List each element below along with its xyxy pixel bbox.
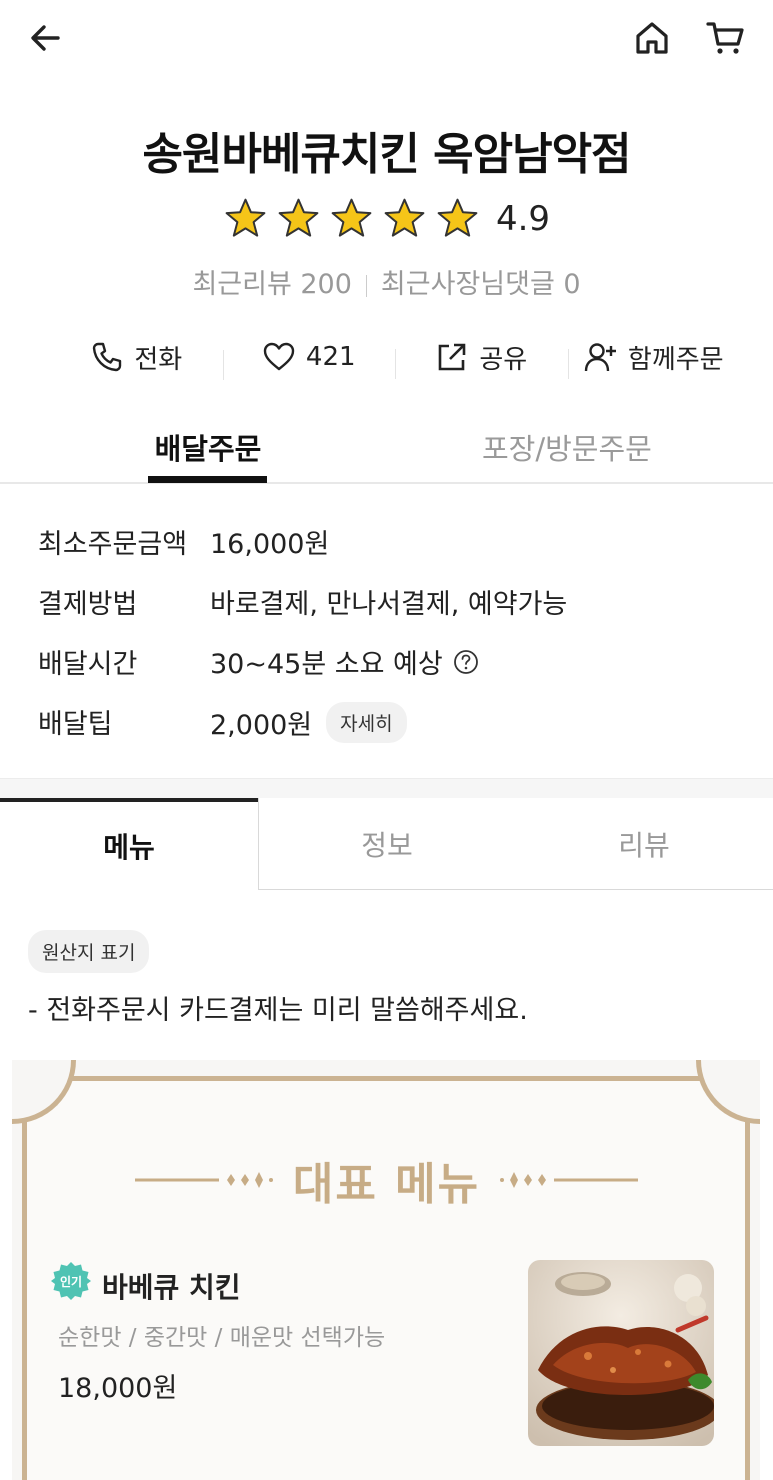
popular-badge: 인기 bbox=[51, 1262, 91, 1300]
call-label: 전화 bbox=[134, 344, 183, 375]
add-person-icon bbox=[584, 343, 616, 372]
share-button[interactable]: 공유 bbox=[395, 339, 568, 379]
top-bar bbox=[0, 0, 773, 80]
recent-reviews-link[interactable]: 최근리뷰 200 bbox=[192, 269, 351, 300]
banner-title: 대표 메뉴 bbox=[292, 1159, 481, 1210]
call-button[interactable]: 전화 bbox=[50, 339, 223, 376]
popular-badge-label: 인기 bbox=[60, 1274, 82, 1289]
star-icon bbox=[225, 198, 266, 237]
bbq-chicken-photo bbox=[528, 1260, 714, 1446]
rating-score: 4.9 bbox=[495, 198, 551, 239]
order-type-tabs: 배달주문 포장/방문주문 bbox=[0, 410, 773, 484]
phone-icon bbox=[93, 342, 122, 372]
tab-delivery[interactable]: 배달주문 bbox=[148, 426, 268, 468]
arrow-left-icon[interactable] bbox=[26, 18, 66, 58]
star-icon bbox=[384, 198, 425, 237]
store-name: 송원바베큐치킨 옥암남악점 bbox=[142, 129, 631, 180]
origin-label-button[interactable]: 원산지 표기 bbox=[28, 930, 150, 973]
menu-item-name: 바베큐 치킨 bbox=[102, 1271, 241, 1304]
review-meta: 최근리뷰 200 최근사장님댓글 0 bbox=[0, 262, 773, 301]
min-order-label: 최소주문금액 bbox=[38, 529, 188, 560]
delivery-time-value: 30~45분 소요 예상 bbox=[210, 649, 443, 680]
star-icon bbox=[331, 198, 372, 237]
active-tab-indicator bbox=[148, 476, 267, 483]
store-notice: - 전화주문시 카드결제는 미리 말씀해주세요. bbox=[28, 995, 528, 1026]
owner-replies-link[interactable]: 최근사장님댓글 0 bbox=[381, 269, 581, 300]
star-icon bbox=[437, 198, 478, 237]
ornament-right-icon bbox=[500, 1172, 639, 1188]
menu-item-price: 18,000원 bbox=[58, 1373, 178, 1404]
tab-pickup[interactable]: 포장/방문주문 bbox=[482, 426, 652, 468]
share-label: 공유 bbox=[479, 344, 528, 375]
divider bbox=[365, 274, 367, 297]
star-icon bbox=[278, 198, 319, 237]
cart-icon[interactable] bbox=[704, 16, 748, 60]
min-order-value: 16,000원 bbox=[210, 529, 330, 560]
content-tabs: 메뉴 정보 리뷰 bbox=[0, 798, 773, 890]
help-icon[interactable] bbox=[453, 649, 479, 675]
banner-heading: 대표 메뉴 bbox=[0, 1148, 773, 1212]
like-count: 421 bbox=[305, 342, 356, 372]
group-order-button[interactable]: 함께주문 bbox=[567, 339, 741, 379]
payment-value: 바로결제, 만나서결제, 예약가능 bbox=[210, 589, 568, 620]
heart-icon bbox=[263, 342, 295, 371]
detail-button[interactable]: 자세히 bbox=[326, 702, 407, 743]
section-divider bbox=[0, 778, 773, 798]
payment-label: 결제방법 bbox=[38, 589, 138, 620]
menu-item[interactable]: 인기 바베큐 치킨 순한맛 / 중간맛 / 매운맛 선택가능 18,000원 bbox=[50, 1258, 720, 1458]
like-button[interactable]: 421 bbox=[222, 340, 396, 380]
group-order-label: 함께주문 bbox=[627, 344, 724, 375]
rating-row: 4.9 bbox=[0, 196, 773, 241]
delivery-time-label: 배달시간 bbox=[38, 649, 138, 680]
home-icon[interactable] bbox=[630, 16, 674, 60]
delivery-tip-value: 2,000원 bbox=[210, 710, 313, 741]
tab-info[interactable]: 정보 bbox=[258, 798, 515, 890]
tab-review[interactable]: 리뷰 bbox=[515, 798, 773, 890]
share-icon bbox=[439, 343, 466, 371]
store-actions: 전화 421 공유 함께주문 bbox=[50, 330, 740, 384]
delivery-tip-label: 배달팁 bbox=[38, 709, 113, 740]
tab-menu[interactable]: 메뉴 bbox=[0, 798, 258, 890]
menu-item-description: 순한맛 / 중간맛 / 매운맛 선택가능 bbox=[58, 1325, 386, 1351]
ornament-left-icon bbox=[134, 1172, 273, 1188]
